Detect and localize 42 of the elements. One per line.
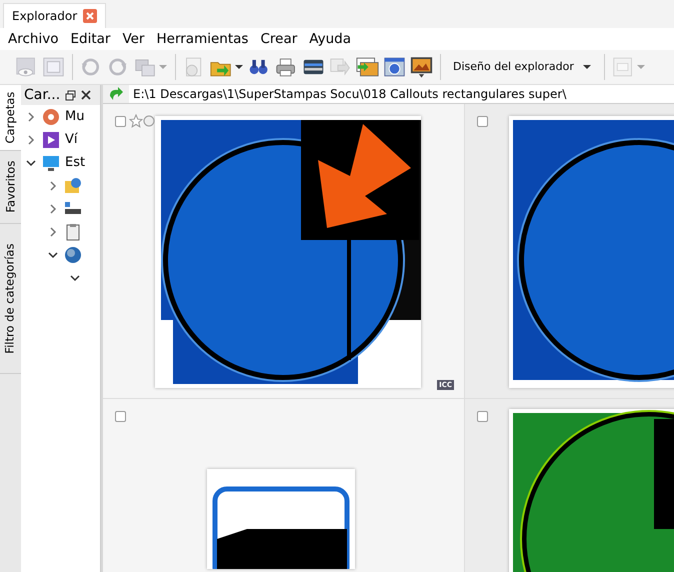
checkbox[interactable] xyxy=(115,116,126,127)
network-folder-icon xyxy=(64,176,82,194)
tree-item-label[interactable]: Ví xyxy=(65,130,78,150)
tree-item-label[interactable]: Est xyxy=(65,152,86,172)
caret-icon xyxy=(636,63,646,71)
caret-icon xyxy=(234,63,244,71)
eye-icon xyxy=(15,56,38,78)
menu-item[interactable]: Ver xyxy=(116,28,150,50)
menu-item[interactable]: Ayuda xyxy=(303,28,357,50)
image-icon xyxy=(356,56,379,78)
globe-icon xyxy=(64,246,82,264)
side-tab[interactable]: Carpetas xyxy=(0,85,21,151)
slideshow-icon xyxy=(410,56,433,78)
menu-item[interactable]: Archivo xyxy=(2,28,64,50)
page-icon xyxy=(612,56,635,78)
panel-title: Car... xyxy=(24,86,60,104)
up-arrow-icon[interactable] xyxy=(107,86,123,102)
tab-title: Explorador xyxy=(12,8,78,25)
checkbox[interactable] xyxy=(477,411,488,422)
caret-icon xyxy=(582,63,592,71)
music-icon xyxy=(42,108,60,126)
restore-icon[interactable] xyxy=(65,90,76,100)
circle-icon[interactable] xyxy=(143,115,155,127)
document-tab[interactable]: Explorador xyxy=(3,3,106,28)
tree-item-label[interactable]: Mu xyxy=(65,106,84,126)
printer-icon xyxy=(275,56,298,78)
menu-item[interactable]: Editar xyxy=(64,28,116,50)
caret-icon xyxy=(158,63,168,71)
clipboard-icon xyxy=(64,222,82,240)
address-field[interactable]: E:\1 Descargas\1\SuperStampas Socu\018 Callouts rectangulares super\ xyxy=(129,85,674,103)
menu-item[interactable]: Crear xyxy=(254,28,304,50)
menu-item[interactable]: Herramientas xyxy=(150,28,254,50)
checkbox[interactable] xyxy=(477,116,488,127)
fit-icon xyxy=(42,56,65,78)
monitor-icon xyxy=(42,154,60,172)
close-icon[interactable] xyxy=(81,90,92,100)
checkbox[interactable] xyxy=(115,411,126,422)
copy-icon xyxy=(329,56,352,78)
video-icon xyxy=(42,130,60,148)
star-icon[interactable] xyxy=(129,114,143,128)
layout-dropdown[interactable]: Diseño del explorador xyxy=(447,56,598,78)
camera-icon xyxy=(383,56,406,78)
